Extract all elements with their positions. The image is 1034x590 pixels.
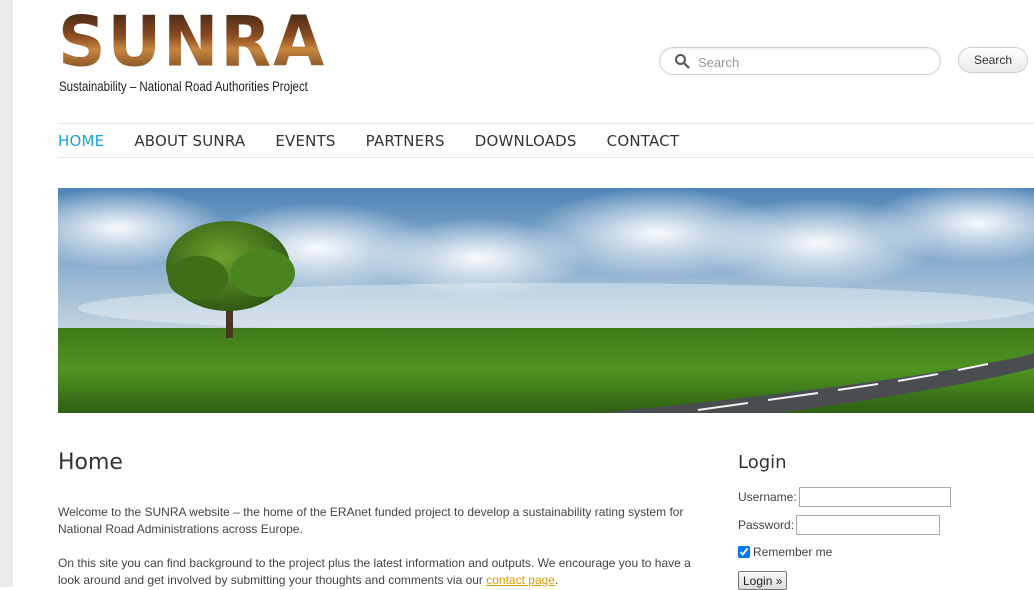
username-row: Username: [738, 487, 951, 507]
intro-paragraph: Welcome to the SUNRA website – the home … [58, 505, 684, 536]
landscape-illustration [58, 188, 1034, 413]
username-field[interactable] [798, 487, 951, 507]
logo-tagline: Sustainability – National Road Authoriti… [59, 78, 308, 94]
search-button[interactable]: Search [958, 47, 1028, 73]
info-paragraph: On this site you can find background to … [58, 555, 708, 589]
nav-item-contact[interactable]: CONTACT [607, 132, 680, 150]
remember-me-checkbox[interactable] [738, 546, 750, 558]
page-title: Home [58, 450, 123, 475]
nav-item-home[interactable]: HOME [58, 132, 104, 150]
password-label: Password: [738, 518, 795, 532]
contact-page-link[interactable]: contact page [486, 573, 555, 587]
nav-item-about[interactable]: ABOUT SUNRA [134, 132, 245, 150]
password-field[interactable] [796, 515, 941, 535]
site-logo[interactable]: SUNRA Sustainability – National Road Aut… [58, 1, 338, 98]
info-paragraph-end: . [554, 573, 559, 587]
left-rail [0, 0, 13, 587]
search-icon [675, 54, 690, 69]
search-box [659, 47, 941, 75]
hero-banner-image [58, 188, 1034, 413]
nav-bottom-divider [58, 157, 1034, 158]
logo-wordmark: SUNRA [58, 1, 327, 83]
login-button[interactable]: Login » [738, 571, 788, 590]
nav-item-events[interactable]: EVENTS [275, 132, 335, 150]
password-row: Password: [738, 515, 941, 535]
main-nav: HOME ABOUT SUNRA EVENTS PARTNERS DOWNLOA… [58, 124, 709, 158]
nav-item-partners[interactable]: PARTNERS [366, 132, 445, 150]
remember-row: Remember me [738, 545, 832, 559]
remember-me-label: Remember me [753, 545, 833, 559]
nav-item-downloads[interactable]: DOWNLOADS [475, 132, 577, 150]
login-title: Login [738, 452, 787, 473]
username-label: Username: [738, 490, 797, 504]
info-paragraph-text: On this site you can find background to … [58, 556, 691, 587]
search-input[interactable] [696, 51, 930, 73]
